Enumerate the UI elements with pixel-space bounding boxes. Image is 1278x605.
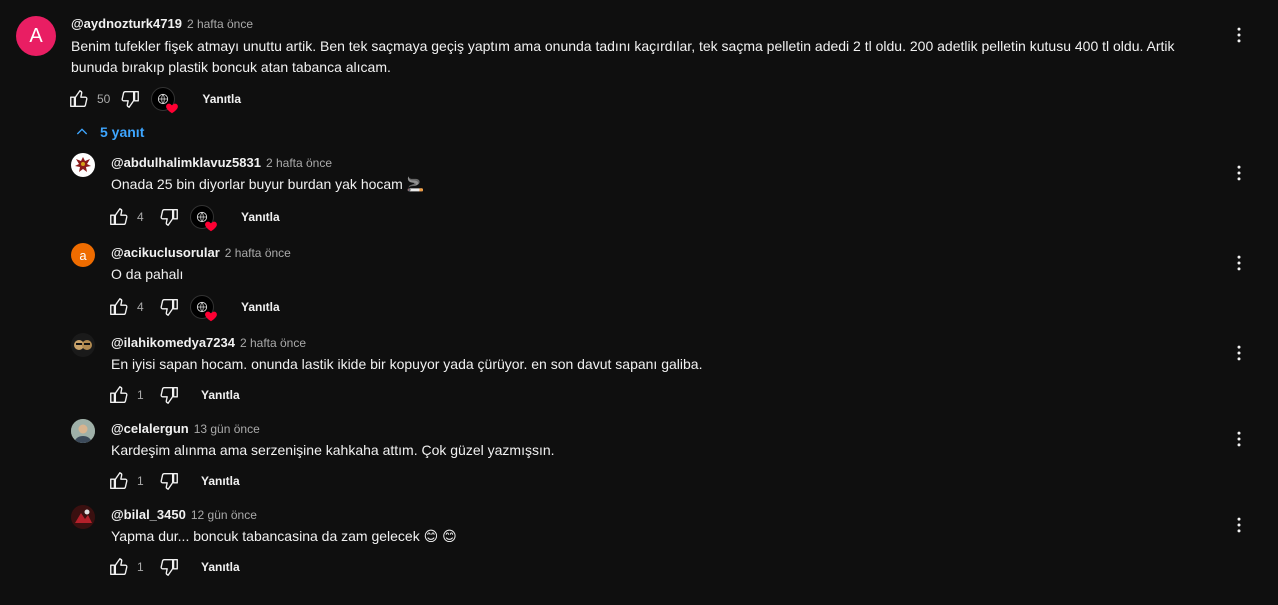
heart-icon [165,101,179,115]
comment-text: Benim tufekler fişek atmayı unuttu artik… [71,38,1175,75]
comment-text: Yapma dur... boncuk tabancasina da zam g… [111,528,457,544]
avatar[interactable]: a [71,243,95,267]
like-count: 4 [137,300,144,314]
avatar[interactable] [71,153,95,177]
dislike-button[interactable] [157,469,181,493]
user-photo-icon [71,419,95,443]
comment-menu-button[interactable] [1227,513,1251,537]
avatar[interactable] [71,505,95,529]
more-vert-icon [1229,343,1249,363]
heart-icon [204,219,218,233]
comment-author[interactable]: @abdulhalimklavuz5831 [111,155,261,170]
avatar[interactable] [71,333,95,357]
dislike-button[interactable] [157,205,181,229]
comment-author[interactable]: @aydnozturk4719 [71,16,182,31]
comment-menu-button[interactable] [1227,161,1251,185]
dislike-button[interactable] [157,295,181,319]
thumb-up-icon [108,470,130,492]
comment-text: O da pahalı [111,266,184,282]
creator-heart-badge [190,295,214,319]
replies-count-label: 5 yanıt [100,124,145,140]
like-count: 1 [137,388,144,402]
comment-author[interactable]: @bilal_3450 [111,507,186,522]
thumb-down-icon [158,206,180,228]
thumb-up-icon [108,384,130,406]
thumb-down-icon [119,88,141,110]
reply-button[interactable]: Yanıtla [201,474,240,488]
comment-timestamp[interactable]: 12 gün önce [191,508,257,522]
thumb-down-icon [158,470,180,492]
reply-button[interactable]: Yanıtla [201,560,240,574]
more-vert-icon [1229,25,1249,45]
thumb-up-icon [108,556,130,578]
like-button[interactable] [107,295,131,319]
heart-icon [204,309,218,323]
thumb-down-icon [158,556,180,578]
comment-author[interactable]: @ilahikomedya7234 [111,335,235,350]
thumb-down-icon [158,384,180,406]
avatar[interactable]: A [16,16,56,56]
like-count: 4 [137,210,144,224]
avatar[interactable] [71,419,95,443]
like-button[interactable] [67,87,91,111]
comment-text: Kardeşim alınma ama serzenişine kahkaha … [111,442,555,458]
like-count: 1 [137,474,144,488]
comment-menu-button[interactable] [1227,251,1251,275]
comment-menu-button[interactable] [1227,341,1251,365]
reply-button[interactable]: Yanıtla [241,210,280,224]
reply-button[interactable]: Yanıtla [201,388,240,402]
reply-button[interactable]: Yanıtla [241,300,280,314]
comment-timestamp[interactable]: 2 hafta önce [266,156,332,170]
chevron-up-icon [76,128,88,135]
user-photo-icon [71,505,95,529]
comment-timestamp[interactable]: 2 hafta önce [187,17,253,31]
replies-toggle-button[interactable]: 5 yanıt [74,124,144,140]
comment-text: En iyisi sapan hocam. onunda lastik ikid… [111,356,703,372]
comment-timestamp[interactable]: 2 hafta önce [240,336,306,350]
like-button[interactable] [107,205,131,229]
avatar-letter: a [79,247,87,263]
like-count: 50 [97,92,111,106]
like-button[interactable] [107,383,131,407]
like-button[interactable] [107,469,131,493]
avatar-letter: A [29,24,43,47]
comment-author[interactable]: @acikuclusorular [111,245,220,260]
dislike-button[interactable] [157,383,181,407]
comment-timestamp[interactable]: 13 gün önce [194,422,260,436]
two-faces-icon [74,340,92,350]
more-vert-icon [1229,253,1249,273]
eagle-emblem-icon [75,157,91,172]
like-button[interactable] [107,555,131,579]
like-count: 1 [137,560,144,574]
more-vert-icon [1229,429,1249,449]
more-vert-icon [1229,515,1249,535]
dislike-button[interactable] [118,87,142,111]
thumb-up-icon [108,296,130,318]
creator-heart-badge [151,87,175,111]
comment-menu-button[interactable] [1227,427,1251,451]
thumb-down-icon [158,296,180,318]
comment-author[interactable]: @celalergun [111,421,189,436]
more-vert-icon [1229,163,1249,183]
creator-heart-badge [190,205,214,229]
thumb-up-icon [108,206,130,228]
comment-text: Onada 25 bin diyorlar buyur burdan yak h… [111,176,425,192]
comment-timestamp[interactable]: 2 hafta önce [225,246,291,260]
dislike-button[interactable] [157,555,181,579]
reply-button[interactable]: Yanıtla [202,92,241,106]
comment-menu-button[interactable] [1227,23,1251,47]
thumb-up-icon [68,88,90,110]
